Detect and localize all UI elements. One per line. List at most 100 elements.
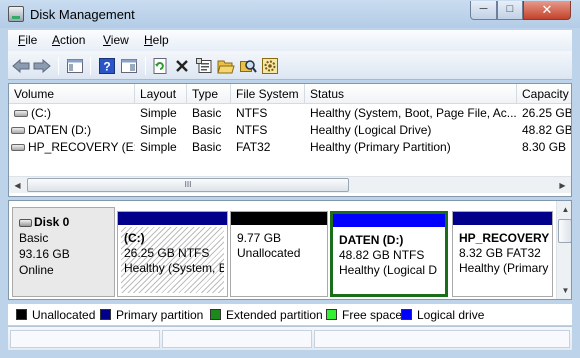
- disk-0-label[interactable]: Disk 0 Basic 93.16 GB Online: [12, 207, 115, 297]
- back-arrow-icon[interactable]: [11, 56, 31, 76]
- menu-action-accel: A: [52, 33, 61, 47]
- partition-hp-recovery[interactable]: HP_RECOVERY 8.32 GB FAT32 Healthy (Prima…: [452, 211, 553, 297]
- menu-action[interactable]: Action: [52, 33, 85, 47]
- partition-status: Healthy (System, B: [124, 261, 224, 275]
- toolbar: ?: [8, 51, 572, 80]
- disk-management-app-icon[interactable]: [8, 6, 24, 22]
- partition-bar: [333, 214, 445, 227]
- disk-state: Online: [19, 263, 54, 277]
- cell-type: Basic: [192, 140, 222, 154]
- partition-status: Healthy (Logical D: [339, 263, 438, 277]
- drive-icon: [14, 110, 28, 118]
- legend-label: Extended partition: [226, 308, 323, 322]
- legend-label: Primary partition: [116, 308, 204, 322]
- legend-swatch: [326, 309, 337, 320]
- partition-unallocated[interactable]: 9.77 GB Unallocated: [230, 211, 328, 297]
- partition-bar: [231, 212, 327, 225]
- scroll-right-arrow-icon[interactable]: ▶: [554, 177, 571, 194]
- vertical-scrollbar[interactable]: ▲ ▼: [556, 201, 571, 299]
- legend-item: Extended partition: [210, 308, 323, 322]
- console-tree-icon[interactable]: [65, 56, 85, 76]
- table-row[interactable]: DATEN (D:) Simple Basic NTFS Healthy (Lo…: [9, 122, 572, 139]
- menu-help-accel: H: [144, 33, 153, 47]
- legend-swatch: [401, 309, 412, 320]
- legend-item: Primary partition: [100, 308, 203, 322]
- column-header-layout[interactable]: Layout: [135, 84, 187, 104]
- title-bar[interactable]: Disk Management ─ □ ✕: [0, 0, 580, 28]
- column-header-volume[interactable]: Volume: [9, 84, 135, 104]
- svg-text:?: ?: [103, 60, 110, 74]
- drive-icon: [11, 144, 25, 152]
- menu-help[interactable]: Help: [144, 33, 169, 47]
- volume-list[interactable]: Volume Layout Type File System Status Ca…: [8, 83, 572, 197]
- maximize-button[interactable]: □: [497, 1, 523, 20]
- menu-file[interactable]: File: [18, 33, 37, 47]
- disk-name: Disk 0: [34, 215, 70, 229]
- column-header-type[interactable]: Type: [187, 84, 231, 104]
- cell-volume: HP_RECOVERY (E:): [9, 139, 135, 156]
- partition-c[interactable]: (C:) 26.25 GB NTFS Healthy (System, B: [117, 211, 228, 297]
- minimize-button[interactable]: ─: [470, 1, 497, 20]
- delete-icon[interactable]: [172, 56, 192, 76]
- partition-daten[interactable]: DATEN (D:) 48.82 GB NTFS Healthy (Logica…: [330, 211, 448, 297]
- cell-capacity: 26.25 GB: [522, 106, 572, 120]
- menu-help-rest: elp: [152, 33, 169, 47]
- partition-bar: [118, 212, 227, 225]
- settings-icon[interactable]: [260, 56, 280, 76]
- disk-icon: [19, 218, 32, 227]
- legend-item: Free space: [326, 308, 402, 322]
- status-bar: [8, 326, 572, 350]
- cell-layout: Simple: [140, 106, 177, 120]
- refresh-icon[interactable]: [150, 56, 170, 76]
- cell-status: Healthy (Logical Drive): [310, 123, 432, 137]
- legend-swatch: [100, 309, 111, 320]
- cell-layout: Simple: [140, 123, 177, 137]
- column-header-file-system[interactable]: File System: [231, 84, 305, 104]
- close-button[interactable]: ✕: [523, 1, 571, 20]
- partition-size: 9.77 GB: [237, 231, 282, 245]
- horizontal-scrollbar[interactable]: ◀ III ▶: [9, 176, 571, 193]
- partition-body: DATEN (D:) 48.82 GB NTFS Healthy (Logica…: [336, 229, 442, 291]
- legend-label: Logical drive: [417, 308, 485, 322]
- toolbar-separator: [90, 57, 91, 75]
- cell-volume: DATEN (D:): [9, 122, 135, 139]
- scroll-left-arrow-icon[interactable]: ◀: [9, 177, 26, 194]
- menu-view[interactable]: View: [103, 33, 129, 47]
- column-header-capacity[interactable]: Capacity: [517, 84, 571, 104]
- scroll-down-arrow-icon[interactable]: ▼: [557, 282, 571, 299]
- partition-size: 8.32 GB FAT32: [459, 246, 541, 260]
- scrollbar-thumb[interactable]: III: [27, 178, 349, 192]
- legend-swatch: [16, 309, 27, 320]
- help-icon[interactable]: ?: [97, 56, 117, 76]
- partition-size: 48.82 GB NTFS: [339, 248, 425, 262]
- legend-item: Logical drive: [401, 308, 484, 322]
- list-header: Volume Layout Type File System Status Ca…: [9, 84, 571, 104]
- legend-item: Unallocated: [16, 308, 95, 322]
- menu-view-rest: iew: [110, 33, 129, 47]
- partition-name: HP_RECOVERY: [459, 231, 549, 245]
- cell-volume: (C:): [9, 105, 135, 122]
- column-header-status[interactable]: Status: [305, 84, 517, 104]
- menu-action-rest: ction: [60, 33, 86, 47]
- table-row[interactable]: (C:) Simple Basic NTFS Healthy (System, …: [9, 105, 572, 122]
- properties-icon[interactable]: [194, 56, 214, 76]
- cell-capacity: 48.82 GB: [522, 123, 572, 137]
- open-icon[interactable]: [216, 56, 236, 76]
- status-pane: [314, 330, 570, 348]
- legend-swatch: [210, 309, 221, 320]
- cell-status: Healthy (Primary Partition): [310, 140, 451, 154]
- scrollbar-thumb[interactable]: [558, 219, 571, 243]
- forward-arrow-icon[interactable]: [32, 56, 52, 76]
- explore-icon[interactable]: [238, 56, 258, 76]
- partition-body: HP_RECOVERY 8.32 GB FAT32 Healthy (Prima…: [456, 227, 549, 293]
- volume-name: DATEN (D:): [28, 123, 92, 137]
- disk-type: Basic: [19, 231, 49, 245]
- partition-status: Healthy (Primary: [459, 261, 549, 275]
- status-pane: [162, 330, 312, 348]
- show-pane-icon[interactable]: [119, 56, 139, 76]
- cell-file-system: NTFS: [236, 123, 268, 137]
- legend: Unallocated Primary partition Extended p…: [8, 303, 572, 325]
- table-row[interactable]: HP_RECOVERY (E:) Simple Basic FAT32 Heal…: [9, 139, 571, 156]
- menu-bar: File Action View Help: [8, 30, 572, 51]
- scroll-up-arrow-icon[interactable]: ▲: [557, 201, 571, 218]
